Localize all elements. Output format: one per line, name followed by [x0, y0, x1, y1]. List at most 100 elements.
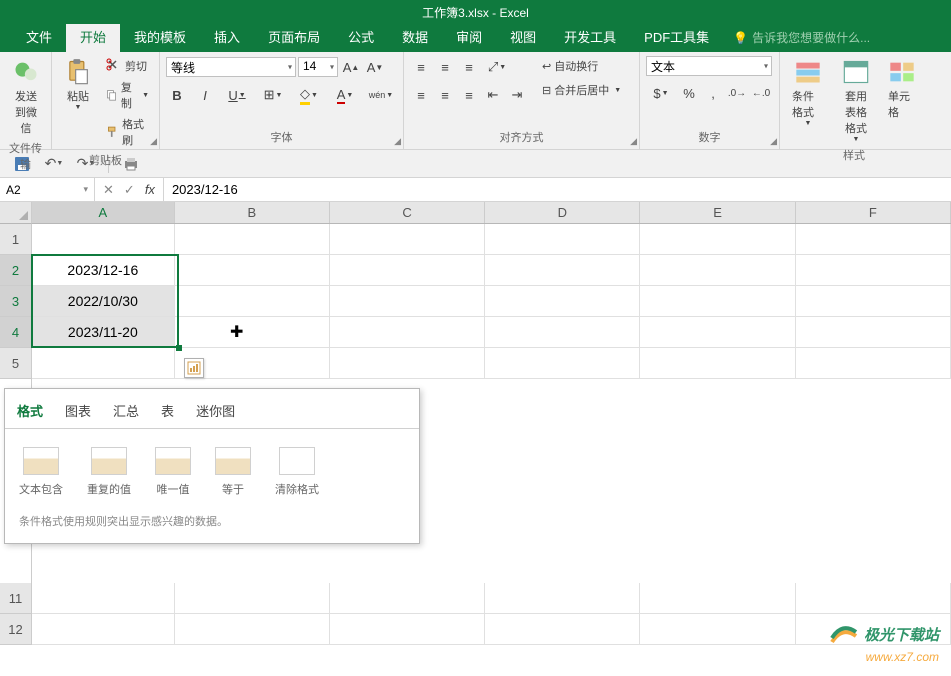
sheet-grid[interactable]: A B C D E F 1 2 3 4 5 11 12 2023/12-16 2… — [0, 202, 951, 676]
row-header-1[interactable]: 1 — [0, 224, 32, 255]
tab-home[interactable]: 开始 — [66, 21, 120, 52]
quick-analysis-icon — [187, 361, 201, 375]
tab-data[interactable]: 数据 — [388, 21, 442, 52]
font-color-button[interactable]: A▼ — [330, 84, 360, 106]
accounting-format-button[interactable]: $▼ — [646, 82, 676, 104]
col-header-A[interactable]: A — [32, 202, 175, 223]
table-format-button[interactable]: 套用 表格格式 ▼ — [834, 56, 878, 145]
number-format-select[interactable]: 文本 — [646, 56, 772, 76]
send-to-wechat-button[interactable]: 发送 到微信 — [6, 56, 46, 138]
tab-formulas[interactable]: 公式 — [334, 21, 388, 52]
increase-font-button[interactable]: A▲ — [340, 56, 362, 78]
qa-tab-format[interactable]: 格式 — [15, 397, 45, 428]
cell-A1[interactable] — [32, 224, 175, 255]
format-painter-button[interactable]: 格式刷 — [102, 114, 153, 150]
quick-analysis-button[interactable] — [184, 358, 204, 378]
qa-opt-duplicate[interactable]: 重复的值 — [87, 447, 131, 497]
col-header-E[interactable]: E — [640, 202, 795, 223]
tab-review[interactable]: 审阅 — [442, 21, 496, 52]
cell-style-button[interactable]: 单元格 — [882, 56, 922, 122]
font-size-select[interactable]: 14 — [298, 57, 338, 77]
col-header-B[interactable]: B — [175, 202, 330, 223]
qa-tab-charts[interactable]: 图表 — [63, 397, 93, 428]
row-header-12[interactable]: 12 — [0, 614, 32, 645]
cut-button[interactable]: 剪切 — [102, 56, 153, 76]
select-all-corner[interactable] — [0, 202, 32, 224]
wechat-icon — [12, 58, 40, 86]
col-header-F[interactable]: F — [796, 202, 951, 223]
wrap-text-button[interactable]: ↩自动换行 — [538, 56, 625, 76]
cells-area[interactable]: 2023/12-16 2022/10/30 2023/11-20 — [32, 224, 951, 379]
copy-button[interactable]: 复制▼ — [102, 77, 153, 113]
cell-A5[interactable] — [32, 348, 175, 379]
decrease-font-button[interactable]: A▼ — [364, 56, 386, 78]
align-dialog-launcher[interactable]: ◢ — [630, 136, 637, 147]
row-header-3[interactable]: 3 — [0, 286, 32, 317]
bold-button[interactable]: B — [166, 84, 188, 106]
tab-pagelayout[interactable]: 页面布局 — [254, 21, 334, 52]
qa-tab-sparklines[interactable]: 迷你图 — [194, 397, 237, 428]
number-dialog-launcher[interactable]: ◢ — [770, 136, 777, 147]
border-button[interactable]: ⊞▼ — [258, 84, 288, 106]
tab-view[interactable]: 视图 — [496, 21, 550, 52]
align-bottom-button[interactable]: ≡ — [458, 56, 480, 78]
row-header-4[interactable]: 4 — [0, 317, 32, 348]
font-dialog-launcher[interactable]: ◢ — [394, 136, 401, 147]
quick-analysis-popup: 格式 图表 汇总 表 迷你图 文本包含 重复的值 唯一值 等于 清除格式 条件格… — [4, 388, 420, 544]
conditional-format-button[interactable]: 条件格式 ▼ — [786, 56, 830, 129]
tab-pdftools[interactable]: PDF工具集 — [630, 21, 723, 52]
row-header-2[interactable]: 2 — [0, 255, 32, 286]
percent-button[interactable]: % — [678, 82, 700, 104]
group-label-font: 字体 — [166, 127, 397, 145]
formula-input[interactable]: 2023/12-16 — [164, 178, 951, 201]
phonetic-button[interactable]: wén▼ — [366, 84, 396, 106]
group-label-filetransfer: 文件传输 — [6, 138, 45, 172]
fill-handle[interactable] — [176, 345, 182, 351]
tab-developer[interactable]: 开发工具 — [550, 21, 630, 52]
cancel-formula-button[interactable]: ✕ — [103, 182, 114, 198]
formula-bar: A2 ✕ ✓ fx 2023/12-16 — [0, 178, 951, 202]
align-left-button[interactable]: ≡ — [410, 84, 432, 106]
cell-A2[interactable]: 2023/12-16 — [32, 255, 175, 286]
comma-button[interactable]: , — [702, 82, 724, 104]
align-center-button[interactable]: ≡ — [434, 84, 456, 106]
font-name-select[interactable]: 等线 — [166, 57, 296, 77]
align-middle-button[interactable]: ≡ — [434, 56, 456, 78]
cell-A3[interactable]: 2022/10/30 — [32, 286, 175, 317]
qa-tab-tables[interactable]: 表 — [159, 397, 176, 428]
wrap-icon: ↩ — [542, 60, 551, 73]
row-header-11[interactable]: 11 — [0, 583, 32, 614]
fx-button[interactable]: fx — [145, 182, 155, 197]
group-clipboard: 粘贴 ▼ 剪切 复制▼ 格式刷 剪贴板 ◢ — [52, 52, 160, 149]
group-label-number: 数字 — [646, 127, 773, 145]
accept-formula-button[interactable]: ✓ — [124, 182, 135, 198]
increase-indent-button[interactable]: ⇥ — [506, 84, 528, 106]
paste-button[interactable]: 粘贴 ▼ — [58, 56, 98, 113]
qa-opt-clearformat[interactable]: 清除格式 — [275, 447, 319, 497]
decrease-indent-button[interactable]: ⇤ — [482, 84, 504, 106]
fill-color-button[interactable]: ◇▼ — [294, 84, 324, 106]
increase-decimal-button[interactable]: .0→ — [726, 82, 748, 104]
italic-button[interactable]: I — [194, 84, 216, 106]
qa-opt-equalto[interactable]: 等于 — [215, 447, 251, 497]
cell-A4[interactable]: 2023/11-20 — [32, 317, 175, 348]
col-header-C[interactable]: C — [330, 202, 485, 223]
decrease-decimal-button[interactable]: ←.0 — [750, 82, 772, 104]
qa-tab-totals[interactable]: 汇总 — [111, 397, 141, 428]
align-top-button[interactable]: ≡ — [410, 56, 432, 78]
row-header-5[interactable]: 5 — [0, 348, 32, 379]
tab-insert[interactable]: 插入 — [200, 21, 254, 52]
tab-mytemplates[interactable]: 我的模板 — [120, 21, 200, 52]
merge-center-button[interactable]: ⊟合并后居中▼ — [538, 80, 625, 100]
tab-file[interactable]: 文件 — [12, 21, 66, 52]
qa-opt-unique[interactable]: 唯一值 — [155, 447, 191, 497]
underline-button[interactable]: U▼ — [222, 84, 252, 106]
align-right-button[interactable]: ≡ — [458, 84, 480, 106]
group-align: ≡ ≡ ≡ ⤢▼ ≡ ≡ ≡ ⇤ ⇥ ↩自动换行 ⊟合并后居中▼ 对齐方式 ◢ — [404, 52, 640, 149]
orientation-button[interactable]: ⤢▼ — [482, 56, 512, 78]
tell-me-search[interactable]: 💡 告诉我您想要做什么... — [723, 23, 880, 52]
name-box[interactable]: A2 — [0, 178, 95, 201]
col-header-D[interactable]: D — [485, 202, 640, 223]
qa-opt-textcontains[interactable]: 文本包含 — [19, 447, 63, 497]
clipboard-dialog-launcher[interactable]: ◢ — [150, 136, 157, 147]
